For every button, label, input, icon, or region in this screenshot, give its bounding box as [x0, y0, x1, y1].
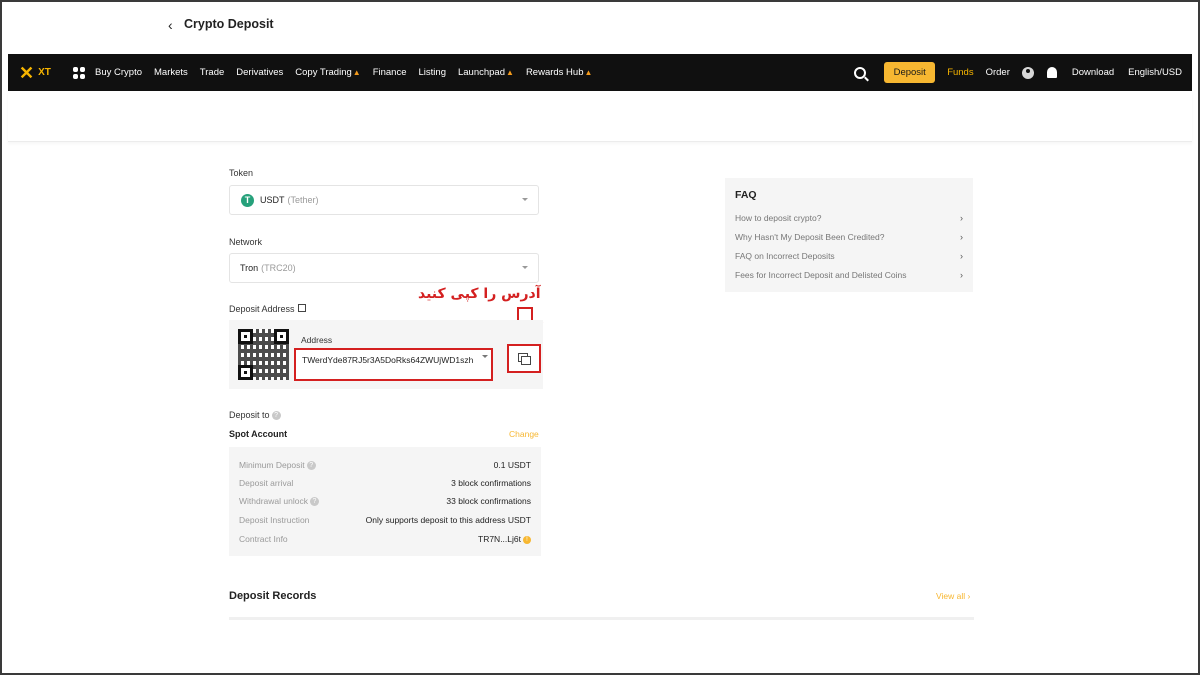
change-account-link[interactable]: Change	[509, 429, 539, 439]
view-all-link[interactable]: View all ›	[936, 591, 970, 601]
nav-item-download[interactable]: Download	[1072, 67, 1114, 78]
nav-item-launchpad[interactable]: Launchpad▲	[458, 67, 514, 78]
faq-title: FAQ	[735, 189, 757, 201]
faq-panel: FAQ How to deposit crypto? › Why Hasn't M…	[725, 178, 973, 292]
deposit-to-label: Deposit to?	[229, 410, 281, 421]
page-title: Crypto Deposit	[184, 17, 274, 31]
xt-logo-text: XT	[38, 67, 51, 78]
apps-grid-icon[interactable]	[73, 66, 85, 79]
language-selector[interactable]: English/USD	[1128, 67, 1182, 78]
info-row: Withdrawal unlock? 33 block confirmation…	[239, 496, 531, 507]
help-icon[interactable]: ?	[309, 497, 319, 507]
chevron-right-icon: ›	[960, 213, 963, 223]
token-select[interactable]: T USDT (Tether)	[229, 185, 539, 215]
back-chevron-icon[interactable]: ‹	[168, 17, 173, 33]
nav-item-listing[interactable]: Listing	[419, 67, 446, 78]
flame-icon: ▲	[584, 68, 593, 77]
address-field[interactable]: TWerdYde87RJ5r3A5DoRks64ZWUjWD1szh	[294, 348, 493, 381]
top-nav: ✕ XT Buy Crypto Markets Trade Derivative…	[8, 54, 1192, 91]
warning-icon[interactable]: !	[523, 535, 531, 544]
chevron-right-icon: ›	[960, 270, 963, 280]
chevron-down-icon	[522, 266, 528, 269]
nav-item-buy-crypto[interactable]: Buy Crypto	[95, 67, 142, 78]
chevron-down-icon	[522, 198, 528, 201]
user-avatar-icon[interactable]	[1021, 66, 1034, 79]
nav-item-rewards-hub[interactable]: Rewards Hub▲	[526, 67, 592, 78]
nav-item-funds[interactable]: Funds	[947, 67, 973, 78]
chevron-down-icon	[482, 355, 488, 358]
copy-address-button[interactable]	[507, 344, 541, 373]
tether-icon: T	[241, 193, 254, 207]
token-value: USDT	[260, 195, 285, 205]
nav-item-copy-trading[interactable]: Copy Trading▲	[295, 67, 360, 78]
xt-logo-icon: ✕	[19, 62, 35, 83]
help-icon[interactable]: ?	[271, 411, 281, 421]
qr-finder	[238, 329, 253, 344]
help-icon[interactable]: ?	[306, 461, 316, 471]
faq-item[interactable]: Fees for Incorrect Deposit and Delisted …	[735, 270, 963, 280]
info-row: Contract Info TR7N...Lj6t!	[239, 534, 531, 544]
address-label: Address	[301, 335, 333, 345]
flame-icon: ▲	[506, 68, 514, 77]
flame-icon: ▲	[352, 68, 361, 77]
network-label: Network	[229, 237, 263, 247]
nav-item-trade[interactable]: Trade	[200, 67, 224, 78]
chevron-right-icon: ›	[960, 251, 963, 261]
nav-item-finance[interactable]: Finance	[373, 67, 407, 78]
records-divider	[229, 617, 974, 620]
bell-icon[interactable]	[1046, 67, 1057, 78]
page-header	[8, 92, 1192, 142]
qr-finder	[238, 365, 253, 380]
chevron-right-icon: ›	[960, 232, 963, 242]
token-name: (Tether)	[287, 195, 319, 205]
nav-item-derivatives[interactable]: Derivatives	[236, 67, 283, 78]
copy-icon	[521, 356, 531, 365]
faq-item[interactable]: Why Hasn't My Deposit Been Credited? ›	[735, 232, 963, 242]
qr-code[interactable]	[238, 329, 289, 380]
account-value: Spot Account	[229, 429, 288, 439]
info-row: Minimum Deposit? 0.1 USDT	[239, 460, 531, 471]
network-code: (TRC20)	[261, 263, 296, 273]
nav-item-order[interactable]: Order	[986, 67, 1010, 78]
search-icon[interactable]	[854, 66, 867, 79]
copy-address-annotation: آدرس را کپی کنید	[418, 286, 541, 302]
edit-icon[interactable]	[298, 304, 306, 312]
qr-finder	[274, 329, 289, 344]
deposit-info-panel: Minimum Deposit? 0.1 USDT Deposit arriva…	[229, 447, 541, 556]
faq-item[interactable]: How to deposit crypto? ›	[735, 213, 963, 223]
deposit-records-title: Deposit Records	[229, 590, 317, 602]
info-row: Deposit Instruction Only supports deposi…	[239, 515, 531, 525]
deposit-button[interactable]: Deposit	[884, 62, 936, 83]
info-row: Deposit arrival 3 block confirmations	[239, 478, 531, 488]
xt-logo[interactable]: ✕ XT	[19, 64, 67, 82]
nav-item-markets[interactable]: Markets	[154, 67, 188, 78]
network-select[interactable]: Tron (TRC20)	[229, 253, 539, 283]
nav-right: Deposit Funds Order Download English/USD	[854, 54, 1192, 91]
faq-item[interactable]: FAQ on Incorrect Deposits ›	[735, 251, 963, 261]
deposit-address-label: Deposit Address	[229, 304, 295, 314]
token-label: Token	[229, 168, 254, 178]
network-value: Tron	[240, 263, 259, 273]
